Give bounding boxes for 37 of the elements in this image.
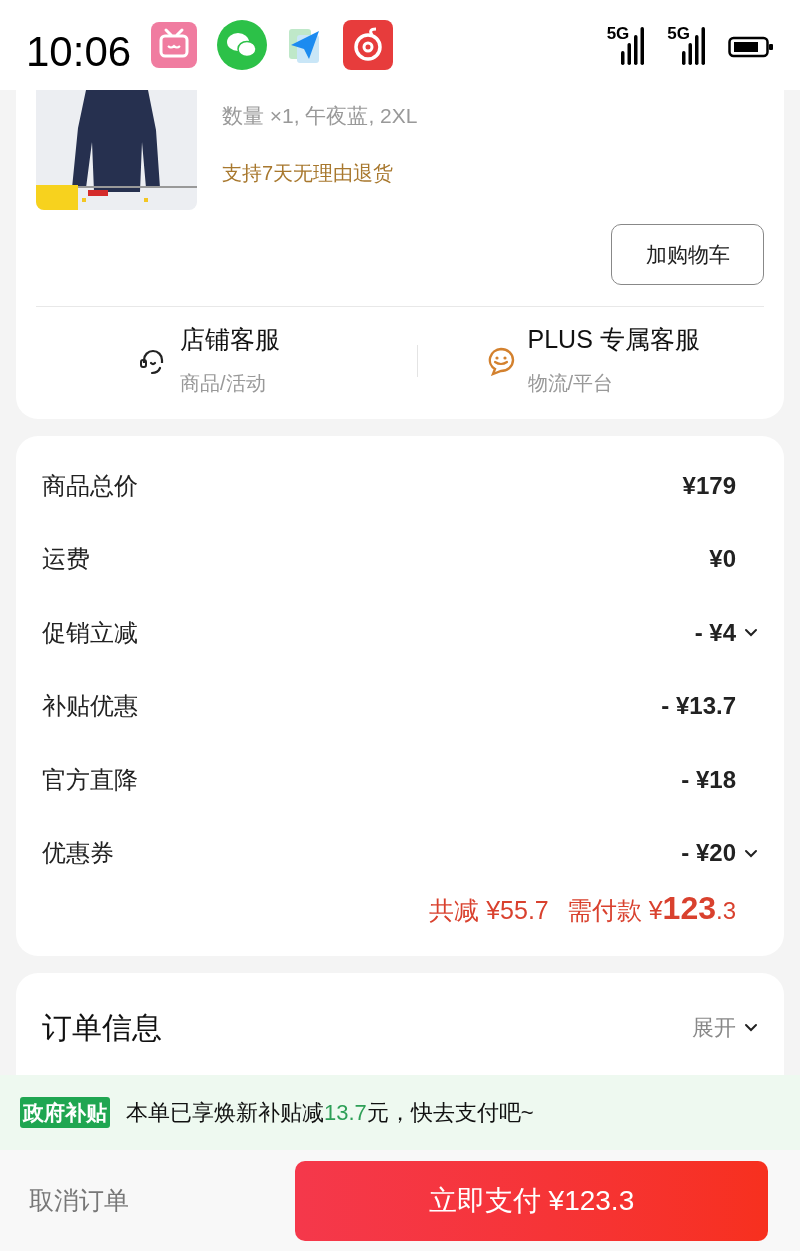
price-value: ¥0 [709,544,736,575]
chevron-down-icon [744,1023,758,1032]
price-detail-toggle[interactable]: - ¥4 [694,614,758,651]
chat-app-icon[interactable] [217,20,268,70]
customer-service-link[interactable]: PLUS 专属客服 物流/平台 [417,321,764,401]
price-label: 商品总价 [42,470,138,501]
price-detail-toggle[interactable]: - ¥20 [681,835,758,872]
order-info-title: 订单信息 [42,1010,162,1046]
subsidy-badge: 政府补贴 [20,1096,110,1129]
product-spec: 数量 ×1, 午夜蓝, 2XL [222,103,418,129]
subsidy-message: 本单已享焕新补贴减13.7元，快去支付吧~ [126,1099,534,1127]
return-policy: 支持7天无理由退货 [222,160,395,186]
price-label: 官方直降 [42,764,138,795]
price-label: 运费 [42,544,90,575]
cancel-order-button[interactable]: 取消订单 [29,1181,129,1220]
battery-icon [728,35,774,59]
price-value: - ¥20 [681,838,736,869]
network-type: 5G [606,25,630,42]
clock: 10:06 [26,26,132,77]
price-value: ¥179 [682,470,736,501]
price-label: 优惠券 [42,838,114,869]
amount-due: 需付款 ¥123.3 [566,889,736,928]
add-to-cart-button[interactable]: 加购物车 [611,224,764,285]
chevron-down-icon [744,628,758,638]
price-label: 促销立减 [42,617,138,648]
expand-toggle[interactable]: 展开 [692,1011,758,1044]
network-type: 5G [667,25,690,42]
price-value: - ¥13.7 [661,691,736,722]
pay-now-button[interactable]: 立即支付 ¥123.3 [295,1160,768,1241]
price-label: 补贴优惠 [42,691,138,722]
price-value: - ¥4 [694,617,736,648]
customer-service-link[interactable]: 店铺客服 商品/活动 [36,321,417,401]
price-value: - ¥18 [681,764,736,795]
chevron-down-icon [744,848,758,858]
tv-app-icon[interactable] [151,22,198,68]
music-app-icon[interactable] [343,20,394,70]
total-discount: 共减 ¥55.7 [429,895,549,926]
